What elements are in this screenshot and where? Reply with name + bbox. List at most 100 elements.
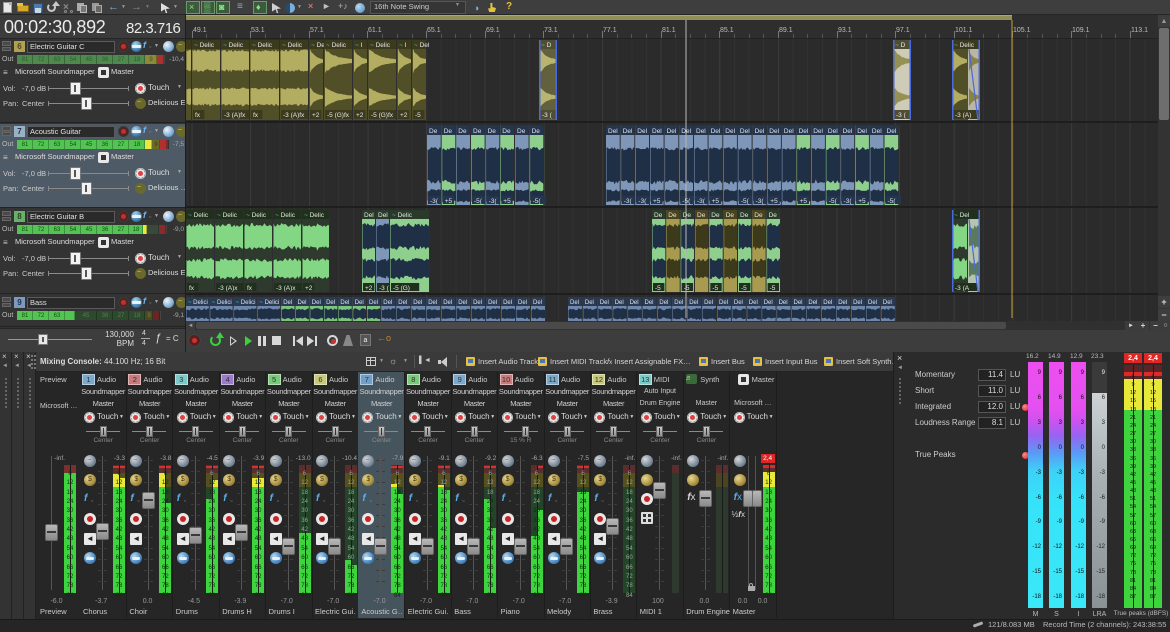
svg-text:+5: +5 bbox=[800, 198, 808, 205]
svg-text:Del: Del bbox=[704, 300, 713, 306]
svg-text:-5(: -5( bbox=[533, 198, 542, 205]
svg-text:De: De bbox=[668, 212, 677, 219]
svg-text:~ I: ~ I bbox=[399, 42, 407, 49]
svg-text:Del: Del bbox=[458, 300, 467, 306]
svg-text:~ Delic: ~ Delic bbox=[223, 42, 244, 49]
svg-text:+5: +5 bbox=[445, 198, 453, 205]
svg-text:-3(: -3( bbox=[430, 198, 439, 205]
svg-text:-3 (: -3 ( bbox=[379, 285, 390, 292]
svg-text:~ Delic: ~ Delic bbox=[217, 212, 238, 219]
svg-text:-5: -5 bbox=[415, 112, 421, 119]
svg-text:Del: Del bbox=[645, 300, 654, 306]
svg-text:Del: Del bbox=[369, 300, 378, 306]
svg-text:De: De bbox=[740, 212, 749, 219]
svg-text:Del: Del bbox=[364, 212, 374, 219]
svg-text:+2: +2 bbox=[356, 112, 364, 119]
svg-text:Del: Del bbox=[696, 128, 706, 135]
svg-text:Del: Del bbox=[734, 300, 743, 306]
svg-text:~ Delic: ~ Delic bbox=[326, 42, 347, 49]
svg-text:Del: Del bbox=[689, 300, 698, 306]
svg-text:fx: fx bbox=[253, 112, 259, 119]
svg-text:Del: Del bbox=[428, 300, 437, 306]
svg-text:Del: Del bbox=[623, 128, 633, 135]
svg-text:-3 (A)x: -3 (A)x bbox=[218, 285, 238, 292]
svg-text:-3(: -3( bbox=[638, 198, 647, 205]
svg-text:De: De bbox=[654, 212, 663, 219]
svg-text:Del: Del bbox=[312, 300, 321, 306]
svg-text:fx: fx bbox=[247, 285, 253, 292]
svg-text:~ Delic: ~ Delic bbox=[188, 212, 209, 219]
svg-text:~ Delic: ~ Delic bbox=[954, 42, 975, 49]
svg-text:De: De bbox=[473, 128, 482, 135]
svg-text:De: De bbox=[697, 212, 706, 219]
svg-text:~ Delic: ~ Delic bbox=[282, 42, 303, 49]
svg-text:Del: Del bbox=[378, 212, 388, 219]
svg-text:~ Delici: ~ Delici bbox=[188, 300, 208, 306]
svg-text:~ Del: ~ Del bbox=[414, 42, 430, 49]
svg-text:Del: Del bbox=[659, 300, 668, 306]
svg-text:-3 (A: -3 (A bbox=[955, 285, 970, 292]
svg-text:Del: Del bbox=[600, 300, 609, 306]
svg-text:Del: Del bbox=[413, 300, 422, 306]
svg-text:Del: Del bbox=[711, 128, 721, 135]
svg-text:fx: fx bbox=[195, 112, 201, 119]
svg-text:-5 (G): -5 (G) bbox=[393, 285, 410, 292]
svg-text:Del: Del bbox=[843, 128, 853, 135]
svg-text:Del: Del bbox=[749, 300, 758, 306]
svg-text:De: De bbox=[458, 128, 467, 135]
svg-text:-5 (G)fx: -5 (G)fx bbox=[327, 112, 350, 119]
svg-text:De: De bbox=[726, 212, 735, 219]
svg-text:De: De bbox=[429, 128, 438, 135]
svg-text:~ Delici: ~ Delici bbox=[236, 300, 256, 306]
svg-text:-3 (A)fx: -3 (A)fx bbox=[224, 112, 246, 119]
svg-text:Del: Del bbox=[533, 300, 542, 306]
svg-text:-5: -5 bbox=[770, 285, 776, 292]
svg-text:-5(: -5( bbox=[741, 198, 750, 205]
svg-text:-3(: -3( bbox=[844, 198, 853, 205]
svg-text:Del: Del bbox=[652, 128, 662, 135]
svg-text:Del: Del bbox=[326, 300, 335, 306]
svg-text:Del: Del bbox=[764, 300, 773, 306]
svg-text:Del: Del bbox=[488, 300, 497, 306]
svg-text:+2: +2 bbox=[400, 112, 408, 119]
svg-text:Del: Del bbox=[808, 300, 817, 306]
svg-text:Del: Del bbox=[828, 128, 838, 135]
svg-text:Del: Del bbox=[823, 300, 832, 306]
svg-text:Del: Del bbox=[283, 300, 292, 306]
svg-text:De: De bbox=[683, 212, 692, 219]
svg-text:+2: +2 bbox=[365, 285, 373, 292]
svg-text:De: De bbox=[711, 212, 720, 219]
svg-text:-5(: -5( bbox=[474, 198, 483, 205]
svg-text:Del: Del bbox=[355, 300, 364, 306]
svg-text:Del: Del bbox=[585, 300, 594, 306]
svg-text:~ Del: ~ Del bbox=[954, 212, 970, 219]
svg-text:-5(: -5( bbox=[829, 198, 838, 205]
svg-text:-3 (A)x: -3 (A)x bbox=[276, 285, 296, 292]
svg-text:-5: -5 bbox=[712, 285, 718, 292]
svg-text:-3 (A)fx: -3 (A)fx bbox=[283, 112, 305, 119]
svg-text:+5: +5 bbox=[770, 198, 778, 205]
svg-text:Del: Del bbox=[725, 128, 735, 135]
svg-text:Del: Del bbox=[769, 128, 779, 135]
svg-text:Del: Del bbox=[518, 300, 527, 306]
svg-text:-5(: -5( bbox=[682, 198, 691, 205]
svg-text:Del: Del bbox=[853, 300, 862, 306]
svg-text:De: De bbox=[502, 128, 511, 135]
svg-text:Del: Del bbox=[813, 128, 823, 135]
svg-text:Del: Del bbox=[794, 300, 803, 306]
svg-text:~ Delic: ~ Delic bbox=[370, 42, 391, 49]
svg-text:~ Delic: ~ Delic bbox=[275, 212, 296, 219]
svg-text:-5(: -5( bbox=[888, 198, 897, 205]
svg-text:Del: Del bbox=[340, 300, 349, 306]
svg-text:Del: Del bbox=[857, 128, 867, 135]
svg-text:~ Delici: ~ Delici bbox=[212, 300, 232, 306]
svg-text:Del: Del bbox=[784, 128, 794, 135]
svg-text:~ Delic: ~ Delic bbox=[304, 212, 325, 219]
svg-text:Del: Del bbox=[872, 128, 882, 135]
svg-text:Del: Del bbox=[615, 300, 624, 306]
svg-text:Del: Del bbox=[398, 300, 407, 306]
svg-text:fx: fx bbox=[189, 285, 195, 292]
svg-text:-5: -5 bbox=[741, 285, 747, 292]
svg-text:~ Delic: ~ Delic bbox=[392, 212, 413, 219]
svg-text:-3(: -3( bbox=[489, 198, 498, 205]
